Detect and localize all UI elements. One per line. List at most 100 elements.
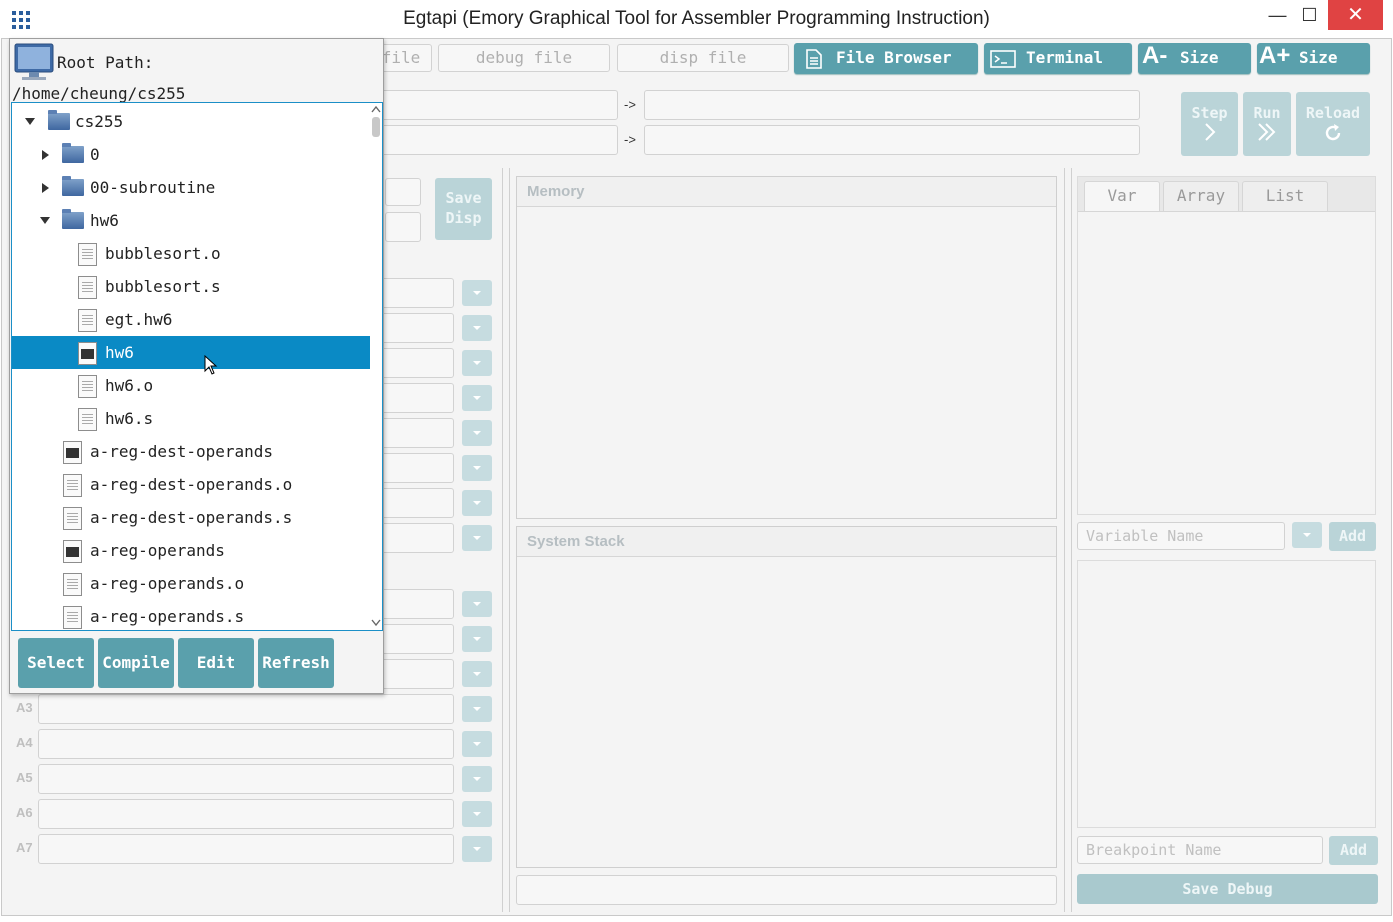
edit-button[interactable]: Edit: [178, 638, 254, 688]
tree-row-a-reg-operands[interactable]: a-reg-operands: [12, 534, 370, 567]
register-format-dropdown[interactable]: [462, 350, 492, 376]
register-format-dropdown[interactable]: [462, 591, 492, 617]
memory-view[interactable]: Memory: [516, 176, 1057, 519]
breakpoint-list[interactable]: [1077, 560, 1376, 828]
tree-item-label: a-reg-dest-operands: [90, 442, 274, 461]
next-result-field[interactable]: [644, 125, 1140, 155]
compile-button[interactable]: Compile: [98, 638, 174, 688]
reload-button[interactable]: Reload: [1296, 92, 1370, 156]
file-icon: [63, 507, 82, 530]
register-a7-dropdown[interactable]: [462, 836, 492, 862]
tree-row-00-subroutine[interactable]: 00-subroutine: [12, 171, 370, 204]
executable-icon: [63, 441, 82, 464]
status-field[interactable]: [516, 875, 1057, 905]
file-icon: [78, 309, 97, 332]
disp-field-1[interactable]: [385, 178, 421, 206]
file-tree[interactable]: cs255 0 00-subroutine hw6 bubblesort.o b…: [11, 102, 383, 631]
window-title: Egtapi (Emory Graphical Tool for Assembl…: [403, 8, 990, 29]
decrease-size-label: Size: [1180, 48, 1219, 67]
tree-row-bubblesort-o[interactable]: bubblesort.o: [12, 237, 370, 270]
select-button[interactable]: Select: [18, 638, 94, 688]
tree-row-a-reg-dest-operands-s[interactable]: a-reg-dest-operands.s: [12, 501, 370, 534]
expand-arrow-icon[interactable]: [42, 150, 49, 160]
save-disp-button[interactable]: Save Disp: [435, 178, 492, 240]
register-a5-field[interactable]: [38, 764, 454, 794]
run-button[interactable]: Run: [1243, 92, 1291, 156]
disp-field-2[interactable]: [385, 212, 421, 242]
scroll-thumb[interactable]: [372, 117, 380, 137]
collapse-arrow-icon[interactable]: [25, 118, 35, 125]
variable-type-dropdown[interactable]: [1292, 522, 1322, 548]
tree-row-a-reg-dest-operands[interactable]: a-reg-dest-operands: [12, 435, 370, 468]
variable-name-input[interactable]: Variable Name: [1077, 522, 1285, 550]
file-browser-button[interactable]: File Browser: [794, 43, 978, 74]
breakpoint-name-input[interactable]: Breakpoint Name: [1077, 836, 1323, 864]
tree-row-hw6-folder[interactable]: hw6: [12, 204, 370, 237]
register-format-dropdown[interactable]: [462, 385, 492, 411]
current-result-field[interactable]: [644, 90, 1140, 120]
tree-scrollbar[interactable]: [370, 103, 382, 630]
file-browser-label: File Browser: [836, 48, 952, 67]
tree-row-bubblesort-s[interactable]: bubblesort.s: [12, 270, 370, 303]
tree-row-a-reg-dest-operands-o[interactable]: a-reg-dest-operands.o: [12, 468, 370, 501]
maximize-button[interactable]: ☐: [1287, 0, 1332, 30]
tree-row-0[interactable]: 0: [12, 138, 370, 171]
scroll-up-icon[interactable]: [371, 105, 381, 113]
file-icon: [78, 243, 97, 266]
register-label-a5: A5: [16, 770, 33, 785]
register-format-dropdown[interactable]: [462, 661, 492, 687]
register-a7-field[interactable]: [38, 834, 454, 864]
chevron-right-icon: [1204, 123, 1215, 141]
register-a5-dropdown[interactable]: [462, 766, 492, 792]
register-a6-field[interactable]: [38, 799, 454, 829]
expand-arrow-icon[interactable]: [42, 183, 49, 193]
tree-row-hw6-s[interactable]: hw6.s: [12, 402, 370, 435]
tree-row-a-reg-operands-o[interactable]: a-reg-operands.o: [12, 567, 370, 600]
increase-size-button[interactable]: A+ Size: [1257, 42, 1370, 74]
tab-array[interactable]: Array: [1163, 181, 1239, 212]
root-path-label: Root Path:: [57, 53, 154, 72]
tree-row-hw6-executable[interactable]: hw6: [12, 336, 370, 369]
tree-row-hw6-o[interactable]: hw6.o: [12, 369, 370, 402]
tree-item-label: bubblesort.s: [105, 277, 221, 296]
tree-row-cs255[interactable]: cs255: [12, 105, 370, 138]
decrease-size-button[interactable]: A- Size: [1138, 42, 1251, 74]
register-format-dropdown[interactable]: [462, 420, 492, 446]
disp-file-input[interactable]: disp file: [617, 44, 789, 72]
terminal-button[interactable]: Terminal: [984, 43, 1132, 74]
tree-row-a-reg-operands-s[interactable]: a-reg-operands.s: [12, 600, 370, 630]
add-variable-button[interactable]: Add: [1329, 522, 1376, 551]
debug-file-input[interactable]: debug file: [438, 44, 610, 72]
register-format-dropdown[interactable]: [462, 280, 492, 306]
title-bar: Egtapi (Emory Graphical Tool for Assembl…: [0, 0, 1393, 38]
tree-item-label: a-reg-operands: [90, 541, 225, 560]
register-format-dropdown[interactable]: [462, 626, 492, 652]
run-label: Run: [1253, 104, 1281, 122]
register-a4-field[interactable]: [38, 729, 454, 759]
refresh-button[interactable]: Refresh: [258, 638, 334, 688]
file-icon: [63, 606, 82, 629]
add-breakpoint-button[interactable]: Add: [1329, 836, 1378, 865]
current-instruction-field[interactable]: [370, 90, 618, 120]
register-a6-dropdown[interactable]: [462, 801, 492, 827]
register-format-dropdown[interactable]: [462, 490, 492, 516]
register-a4-dropdown[interactable]: [462, 731, 492, 757]
register-format-dropdown[interactable]: [462, 455, 492, 481]
tree-item-label: 00-subroutine: [90, 178, 216, 197]
register-a3-dropdown[interactable]: [462, 696, 492, 722]
register-format-dropdown[interactable]: [462, 525, 492, 551]
step-button[interactable]: Step: [1181, 92, 1238, 156]
register-format-dropdown[interactable]: [462, 315, 492, 341]
tab-list[interactable]: List: [1242, 181, 1328, 212]
scroll-down-icon[interactable]: [371, 619, 381, 627]
close-button[interactable]: ✕: [1328, 0, 1383, 30]
tree-item-label: a-reg-dest-operands.s: [90, 508, 293, 527]
register-a3-field[interactable]: [38, 694, 454, 724]
collapse-arrow-icon[interactable]: [40, 217, 50, 224]
tab-var[interactable]: Var: [1084, 181, 1160, 212]
file-icon: [78, 276, 97, 299]
save-debug-button[interactable]: Save Debug: [1077, 874, 1378, 904]
system-stack-view[interactable]: System Stack: [516, 526, 1057, 868]
tree-row-egt-hw6[interactable]: egt.hw6: [12, 303, 370, 336]
next-instruction-field[interactable]: [370, 125, 618, 155]
